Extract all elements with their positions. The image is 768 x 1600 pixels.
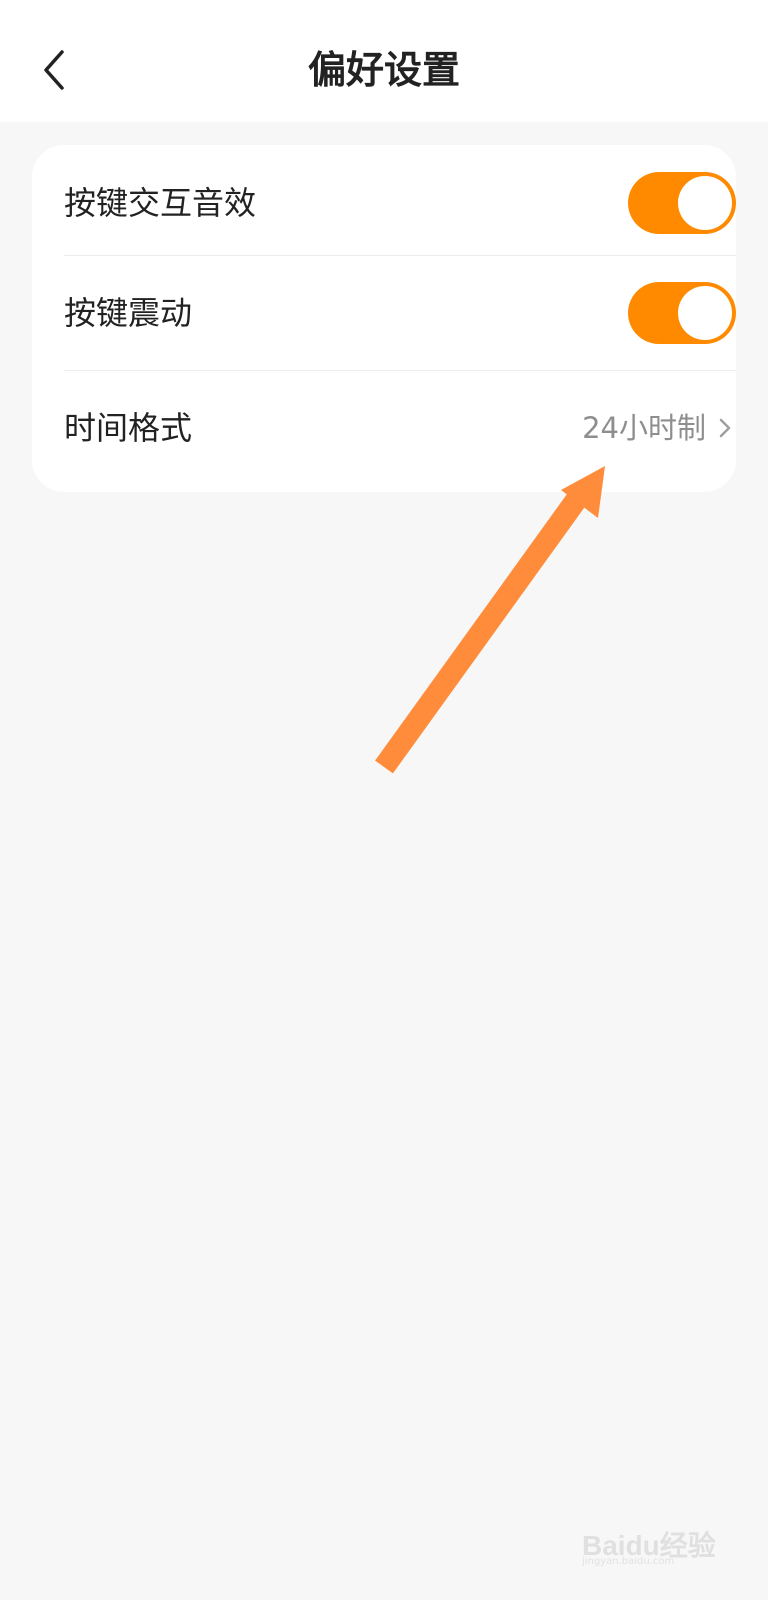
setting-label-key-vibration: 按键震动 [64, 294, 193, 332]
watermark-url: jingyan.baidu.com [582, 1556, 675, 1567]
key-sound-toggle[interactable] [628, 172, 736, 234]
page-title: 偏好设置 [307, 48, 460, 92]
baidu-jingyan-watermark: Baidu经验 jingyan.baidu.com [582, 1494, 742, 1567]
key-vibration-toggle[interactable] [628, 282, 736, 344]
setting-row-key-sound: 按键交互音效 [64, 145, 736, 261]
chevron-right-icon [714, 412, 736, 444]
setting-label-time-format: 时间格式 [64, 409, 193, 447]
header-bar: 偏好设置 [0, 0, 768, 122]
settings-card: 按键交互音效 按键震动 时间格式 24小时制 [32, 145, 736, 492]
toggle-knob [678, 286, 732, 340]
setting-row-key-vibration: 按键震动 [64, 255, 736, 371]
time-format-value: 24小时制 [582, 411, 706, 445]
setting-row-time-format[interactable]: 时间格式 24小时制 [64, 370, 736, 486]
toggle-knob [678, 176, 732, 230]
setting-label-key-sound: 按键交互音效 [64, 184, 257, 222]
